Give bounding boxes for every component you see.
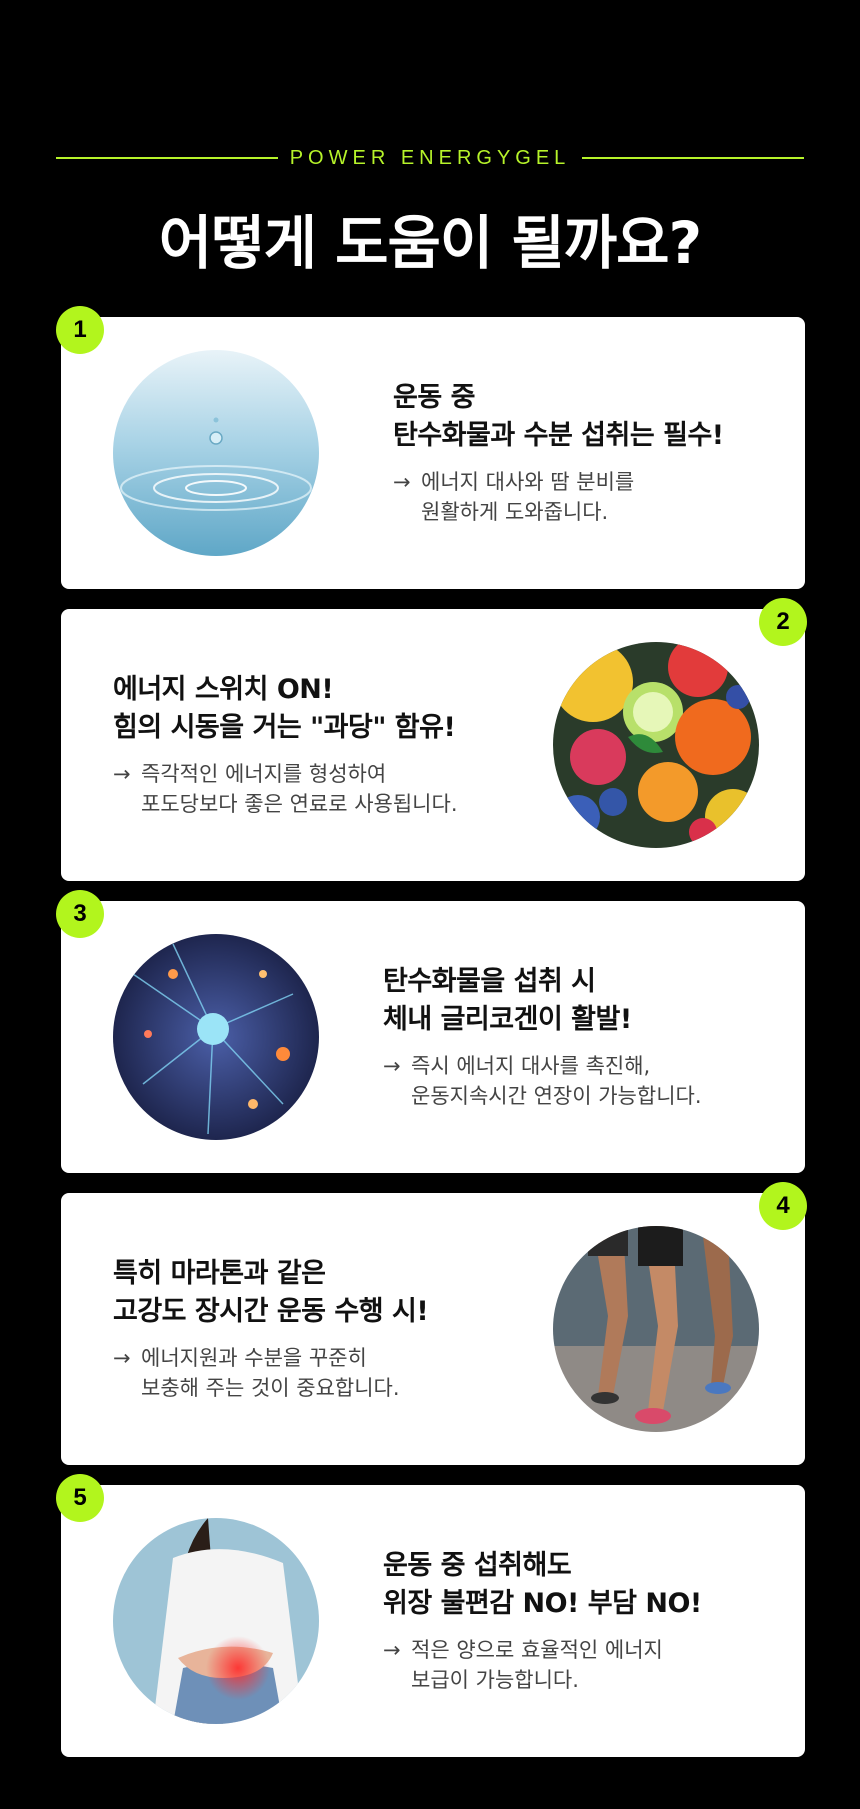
desc-line-2: 보급이 가능합니다. xyxy=(411,1668,579,1692)
benefit-card-2: 에너지 스위치 ON! 힘의 시동을 거는 "과당" 함유! → 즉각적인 에너… xyxy=(61,609,805,881)
desc-line-2: 보충해 주는 것이 중요합니다. xyxy=(141,1376,400,1400)
arrow-icon: → xyxy=(383,1638,401,1662)
headline-line-2: 고강도 장시간 운동 수행 시! xyxy=(113,1296,429,1327)
step-badge-1: 1 xyxy=(56,306,104,354)
water-drop-image xyxy=(113,350,319,556)
desc-line-1: 즉시 에너지 대사를 촉진해, xyxy=(411,1054,651,1078)
fruits-image xyxy=(553,642,759,848)
headline-line-2: 힘의 시동을 거는 "과당" 함유! xyxy=(113,712,456,743)
desc-line-2: 포도당보다 좋은 연료로 사용됩니다. xyxy=(141,792,458,816)
headline-line-2: 탄수화물과 수분 섭취는 필수! xyxy=(393,420,724,451)
headline-line-1: 운동 중 섭취해도 xyxy=(383,1550,572,1581)
step-badge-4: 4 xyxy=(759,1182,807,1230)
headline-line-2: 체내 글리코겐이 활발! xyxy=(383,1004,632,1035)
benefit-card-3: 탄수화물을 섭취 시 체내 글리코겐이 활발! → 즉시 에너지 대사를 촉진해… xyxy=(61,901,805,1173)
headline-line-1: 탄수화물을 섭취 시 xyxy=(383,966,596,997)
card-description: → 즉각적인 에너지를 형성하여 포도당보다 좋은 연료로 사용됩니다. xyxy=(113,759,458,819)
desc-line-1: 적은 양으로 효율적인 에너지 xyxy=(411,1638,663,1662)
card-description: → 에너지 대사와 땀 분비를 원활하게 도와줍니다. xyxy=(393,467,724,527)
eyebrow: POWER ENERGYGEL xyxy=(56,140,805,176)
arrow-icon: → xyxy=(113,1346,131,1370)
headline-line-1: 운동 중 xyxy=(393,382,475,413)
card-headline: 운동 중 탄수화물과 수분 섭취는 필수! xyxy=(393,379,724,455)
eyebrow-line-right xyxy=(582,157,805,159)
arrow-icon: → xyxy=(393,470,411,494)
benefit-card-4: 특히 마라톤과 같은 고강도 장시간 운동 수행 시! → 에너지원과 수분을 … xyxy=(61,1193,805,1465)
desc-line-1: 에너지원과 수분을 꾸준히 xyxy=(141,1346,367,1370)
page-title: 어떻게 도움이 될까요? xyxy=(158,209,702,277)
eyebrow-text: POWER ENERGYGEL xyxy=(289,146,571,169)
arrow-icon: → xyxy=(113,762,131,786)
arrow-icon: → xyxy=(383,1054,401,1078)
step-badge-2: 2 xyxy=(759,598,807,646)
card-text: 에너지 스위치 ON! 힘의 시동을 거는 "과당" 함유! → 즉각적인 에너… xyxy=(113,671,458,819)
runners-image xyxy=(553,1226,759,1432)
card-headline: 특히 마라톤과 같은 고강도 장시간 운동 수행 시! xyxy=(113,1255,429,1331)
step-badge-5: 5 xyxy=(56,1474,104,1522)
card-headline: 운동 중 섭취해도 위장 불편감 NO! 부담 NO! xyxy=(383,1547,702,1623)
headline-line-1: 에너지 스위치 ON! xyxy=(113,674,334,705)
card-headline: 에너지 스위치 ON! 힘의 시동을 거는 "과당" 함유! xyxy=(113,671,458,747)
card-description: → 에너지원과 수분을 꾸준히 보충해 주는 것이 중요합니다. xyxy=(113,1343,428,1403)
card-text: 운동 중 섭취해도 위장 불편감 NO! 부담 NO! → 적은 양으로 효율적… xyxy=(383,1547,702,1695)
desc-line-2: 원활하게 도와줍니다. xyxy=(421,500,609,524)
card-description: → 적은 양으로 효율적인 에너지 보급이 가능합니다. xyxy=(383,1635,702,1695)
card-description: → 즉시 에너지 대사를 촉진해, 운동지속시간 연장이 가능합니다. xyxy=(383,1051,702,1111)
card-text: 특히 마라톤과 같은 고강도 장시간 운동 수행 시! → 에너지원과 수분을 … xyxy=(113,1255,429,1403)
stomach-discomfort-image xyxy=(113,1518,319,1724)
eyebrow-line-left xyxy=(56,157,278,159)
step-badge-3: 3 xyxy=(56,890,104,938)
benefit-card-5: 운동 중 섭취해도 위장 불편감 NO! 부담 NO! → 적은 양으로 효율적… xyxy=(61,1485,805,1757)
desc-line-2: 운동지속시간 연장이 가능합니다. xyxy=(411,1084,702,1108)
desc-line-1: 즉각적인 에너지를 형성하여 xyxy=(141,762,387,786)
desc-line-1: 에너지 대사와 땀 분비를 xyxy=(421,470,635,494)
headline-line-1: 특히 마라톤과 같은 xyxy=(113,1258,326,1289)
card-headline: 탄수화물을 섭취 시 체내 글리코겐이 활발! xyxy=(383,963,702,1039)
headline-line-2: 위장 불편감 NO! 부담 NO! xyxy=(383,1588,702,1619)
card-text: 운동 중 탄수화물과 수분 섭취는 필수! → 에너지 대사와 땀 분비를 원활… xyxy=(393,379,724,527)
card-text: 탄수화물을 섭취 시 체내 글리코겐이 활발! → 즉시 에너지 대사를 촉진해… xyxy=(383,963,702,1111)
benefit-card-1: 운동 중 탄수화물과 수분 섭취는 필수! → 에너지 대사와 땀 분비를 원활… xyxy=(61,317,805,589)
neuron-image xyxy=(113,934,319,1140)
